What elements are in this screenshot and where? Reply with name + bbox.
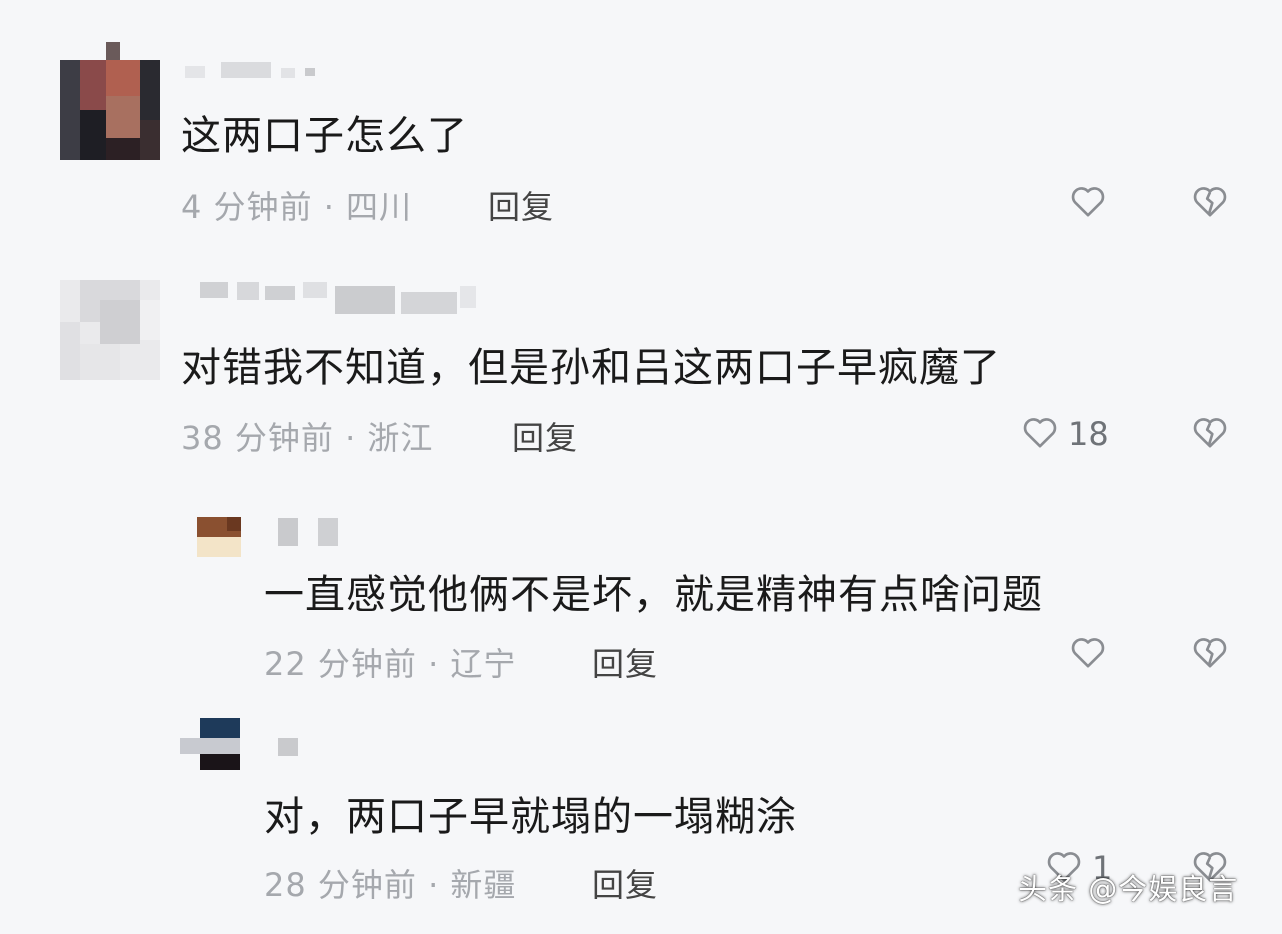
comment-text: 对错我不知道，但是孙和吕这两口子早疯魔了 [181,345,1001,391]
username-blurred[interactable] [195,282,480,316]
heart-outline-icon [1068,632,1108,676]
broken-heart-icon [1190,412,1230,456]
reply-button[interactable]: 回复 [592,639,658,685]
avatar[interactable] [60,42,160,160]
avatar[interactable] [60,280,160,380]
like-button[interactable]: 18 [1020,412,1109,456]
reply-button[interactable]: 回复 [592,860,658,906]
comment-time-location: 4 分钟前 · 四川 [181,188,413,226]
heart-outline-icon [1068,181,1108,225]
dislike-button[interactable] [1190,181,1230,225]
reply-button[interactable]: 回复 [512,413,578,459]
comment-text: 一直感觉他俩不是坏，就是精神有点啥问题 [264,572,1043,618]
avatar[interactable] [180,718,240,770]
comment-text: 对，两口子早就塌的一塌糊涂 [264,794,797,840]
broken-heart-icon [1190,632,1230,676]
broken-heart-icon [1190,181,1230,225]
comment-list: 这两口子怎么了 4 分钟前 · 四川 回复 对错我不知道，但是孙和吕这两口子早疯… [0,0,1282,934]
like-button[interactable] [1068,632,1108,676]
watermark: 头条 @今娱良言 [1018,872,1239,906]
comment-time-location: 22 分钟前 · 辽宁 [264,645,517,683]
dislike-button[interactable] [1190,632,1230,676]
avatar[interactable] [197,517,241,557]
reply-button[interactable]: 回复 [488,182,554,228]
username-blurred[interactable] [185,62,320,80]
comment-time-location: 28 分钟前 · 新疆 [264,866,517,904]
username-blurred[interactable] [278,738,302,758]
like-count: 18 [1068,415,1109,453]
heart-outline-icon [1020,412,1060,456]
like-button[interactable] [1068,181,1108,225]
dislike-button[interactable] [1190,412,1230,456]
comment-text: 这两口子怎么了 [181,113,468,159]
username-blurred[interactable] [278,518,342,548]
comment-time-location: 38 分钟前 · 浙江 [181,419,434,457]
